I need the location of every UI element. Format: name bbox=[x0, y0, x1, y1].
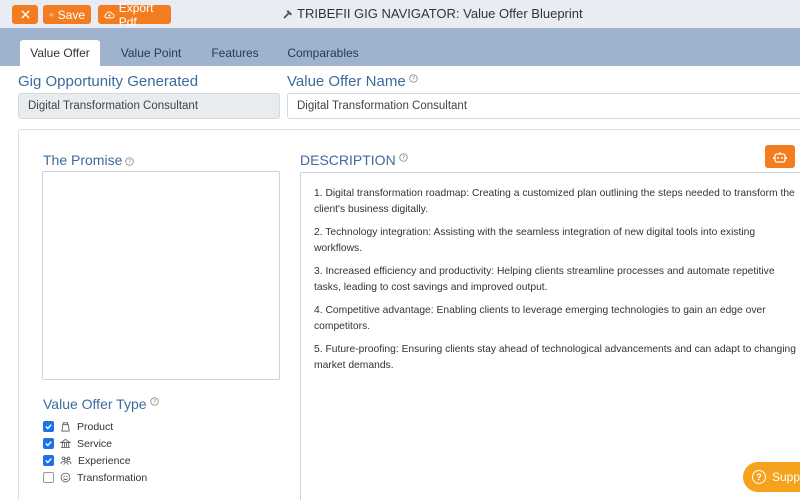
cloud-upload-icon bbox=[49, 13, 54, 17]
close-button[interactable] bbox=[12, 5, 38, 24]
help-icon[interactable]: ? bbox=[125, 156, 135, 166]
save-button[interactable]: Save bbox=[43, 5, 91, 24]
app-title-text: TRIBEFII GIG NAVIGATOR: Value Offer Blue… bbox=[297, 6, 583, 21]
option-label: Service bbox=[77, 437, 113, 450]
checkbox-product[interactable] bbox=[43, 421, 54, 432]
tab-features[interactable]: Features bbox=[200, 40, 270, 66]
gig-opportunity-field: Digital Transformation Consultant bbox=[18, 93, 280, 119]
description-textarea[interactable]: 1. Digital transformation roadmap: Creat… bbox=[300, 172, 800, 500]
top-toolbar: Save Export Pdf TRIBEFII GIG NAVIGATOR: … bbox=[0, 0, 800, 29]
gig-opportunity-label-text: Gig Opportunity Generated bbox=[18, 73, 199, 90]
description-paragraph: 2. Technology integration: Assisting wit… bbox=[314, 227, 756, 254]
promise-label-text: The Promise bbox=[43, 152, 123, 168]
value-offer-type-label: Value Offer Type ? bbox=[43, 396, 159, 412]
export-pdf-button[interactable]: Export Pdf bbox=[98, 1, 171, 29]
help-circle-icon: ? bbox=[752, 470, 766, 484]
checkbox-experience[interactable] bbox=[43, 455, 54, 466]
promise-label: The Promise ? bbox=[43, 152, 135, 168]
value-offer-name-input[interactable]: Digital Transformation Consultant bbox=[287, 93, 800, 119]
gig-opportunity-label: Gig Opportunity Generated bbox=[18, 73, 198, 90]
svg-text:?: ? bbox=[402, 156, 405, 162]
tab-value-offer[interactable]: Value Offer bbox=[20, 40, 100, 66]
option-experience[interactable]: Experience bbox=[43, 452, 147, 469]
transformation-icon bbox=[60, 472, 71, 483]
option-label: Product bbox=[77, 420, 114, 433]
help-icon[interactable]: ? bbox=[399, 153, 408, 162]
value-offer-type-label-text: Value Offer Type bbox=[43, 396, 147, 412]
description-label-text: DESCRIPTION bbox=[300, 152, 396, 168]
tab-value-point[interactable]: Value Point bbox=[110, 40, 192, 66]
option-label: Experience bbox=[78, 454, 131, 467]
svg-text:?: ? bbox=[412, 77, 415, 83]
support-button[interactable]: ? Supp bbox=[743, 462, 800, 492]
app-title: TRIBEFII GIG NAVIGATOR: Value Offer Blue… bbox=[282, 6, 583, 21]
description-paragraph: 3. Increased efficiency and productivity… bbox=[314, 266, 775, 293]
value-offer-name-label: Value Offer Name ? bbox=[287, 73, 418, 90]
description-paragraph: 4. Competitive advantage: Enabling clien… bbox=[314, 305, 766, 332]
hammer-icon bbox=[283, 9, 292, 19]
value-offer-type-checklist: Product Service Experience Transformatio… bbox=[43, 418, 147, 486]
option-product[interactable]: Product bbox=[43, 418, 147, 435]
tab-bar: Value Offer Value Point Features Compara… bbox=[0, 28, 800, 66]
promise-textarea[interactable] bbox=[42, 171, 280, 380]
robot-icon bbox=[773, 151, 787, 163]
check-icon bbox=[45, 441, 52, 447]
description-paragraph: 5. Future-proofing: Ensuring clients sta… bbox=[314, 344, 796, 371]
ai-assistant-button[interactable] bbox=[765, 145, 795, 168]
close-icon bbox=[20, 10, 30, 19]
save-label: Save bbox=[57, 7, 85, 22]
help-icon[interactable]: ? bbox=[408, 74, 418, 83]
support-label: Supp bbox=[772, 470, 800, 484]
option-transformation[interactable]: Transformation bbox=[43, 469, 147, 486]
help-icon[interactable]: ? bbox=[149, 397, 159, 406]
service-icon bbox=[60, 438, 71, 449]
product-icon bbox=[60, 421, 71, 432]
cloud-download-icon bbox=[104, 11, 115, 19]
svg-text:?: ? bbox=[128, 159, 131, 165]
check-icon bbox=[45, 458, 52, 464]
tab-comparables[interactable]: Comparables bbox=[278, 40, 368, 66]
description-paragraph: 1. Digital transformation roadmap: Creat… bbox=[314, 188, 795, 215]
value-offer-name-label-text: Value Offer Name bbox=[287, 73, 406, 90]
option-label: Transformation bbox=[77, 471, 148, 484]
checkbox-transformation[interactable] bbox=[43, 472, 54, 483]
option-service[interactable]: Service bbox=[43, 435, 147, 452]
checkbox-service[interactable] bbox=[43, 438, 54, 449]
check-icon bbox=[45, 424, 52, 430]
export-pdf-label: Export Pdf bbox=[118, 0, 154, 29]
svg-text:?: ? bbox=[152, 400, 155, 406]
experience-icon bbox=[60, 455, 72, 466]
description-label: DESCRIPTION ? bbox=[300, 152, 408, 168]
